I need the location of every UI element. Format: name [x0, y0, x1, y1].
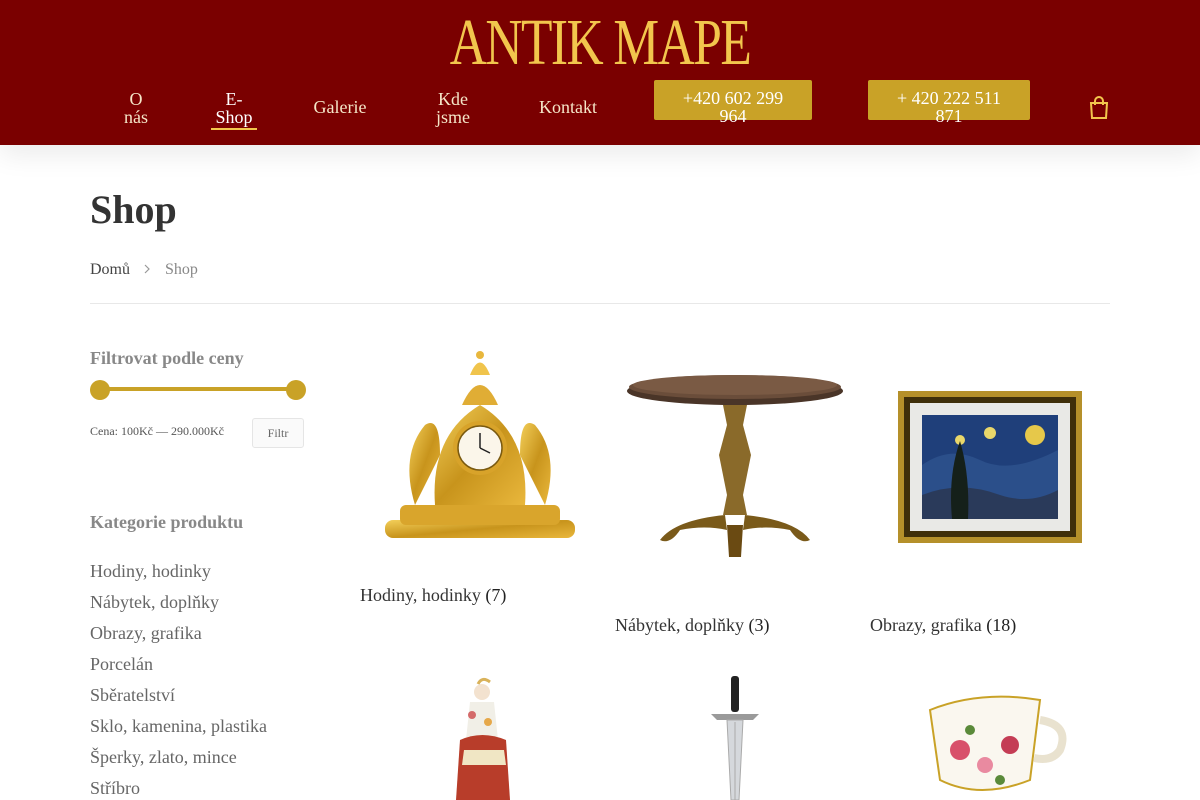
nav-item-kontakt[interactable]: Kontakt [532, 98, 604, 116]
product-count: (7) [485, 585, 507, 605]
category-link[interactable]: Nábytek, doplňky [90, 587, 267, 618]
product-count: (3) [748, 615, 770, 635]
product-label: Nábytek, doplňky (3) [615, 615, 769, 636]
category-link[interactable]: Obrazy, grafika [90, 618, 267, 649]
phone-number: + 420 222 511 871 [897, 88, 1001, 126]
breadcrumb: Domů Shop [90, 261, 198, 279]
product-card[interactable] [870, 670, 1110, 800]
price-range-label: Cena: 100Kč — 290.000Kč [90, 424, 224, 438]
category-list: Hodiny, hodinky Nábytek, doplňky Obrazy,… [90, 556, 267, 800]
product-card[interactable]: Obrazy, grafika (18) [870, 345, 1110, 645]
phone-number: +420 602 299 964 [682, 88, 784, 126]
floral-teacup-icon [928, 695, 1067, 791]
round-wooden-table-icon [627, 375, 843, 557]
category-link[interactable]: Hodiny, hodinky [90, 556, 267, 587]
phone-button-1[interactable]: +420 602 299 964 [654, 80, 812, 125]
filter-button[interactable]: Filtr [252, 418, 304, 448]
product-card[interactable]: Hodiny, hodinky (7) [360, 345, 600, 615]
product-name: Hodiny, hodinky [360, 585, 481, 605]
nav-item-galerie[interactable]: Galerie [305, 98, 375, 116]
product-card[interactable]: Nábytek, doplňky (3) [615, 345, 855, 645]
phone-button-2[interactable]: + 420 222 511 871 [868, 80, 1030, 125]
product-count: (18) [986, 615, 1017, 635]
product-label: Hodiny, hodinky (7) [360, 585, 506, 606]
divider [90, 303, 1110, 304]
site-logo[interactable]: ANTIK MAPE [132, 8, 1068, 78]
category-link[interactable]: Sběratelství [90, 680, 267, 711]
sword-icon [711, 676, 759, 800]
price-slider-track[interactable] [98, 387, 296, 391]
categories-heading: Kategorie produktu [90, 512, 244, 532]
price-filter-heading: Filtrovat podle ceny [90, 348, 244, 368]
category-link[interactable]: Porcelán [90, 649, 267, 680]
porcelain-figurine-icon [456, 677, 510, 800]
price-slider-min-handle[interactable] [90, 380, 110, 400]
category-link[interactable]: Šperky, zlato, mince [90, 742, 267, 773]
framed-painting-icon [898, 391, 1082, 543]
nav-item-o-nas[interactable]: O nás [118, 90, 154, 126]
breadcrumb-home-link[interactable]: Domů [90, 261, 130, 279]
product-name: Obrazy, grafika [870, 615, 982, 635]
cart-icon[interactable] [1088, 96, 1110, 120]
category-link[interactable]: Stříbro [90, 773, 267, 800]
nav-label: E-Shop [215, 89, 253, 127]
nav-label: Kde jsme [436, 89, 470, 127]
product-name: Nábytek, doplňky [615, 615, 744, 635]
nav-item-e-shop[interactable]: E-Shop [211, 90, 257, 130]
product-label: Obrazy, grafika (18) [870, 615, 1016, 636]
active-underline [211, 128, 257, 130]
nav-item-kde-jsme[interactable]: Kde jsme [428, 90, 478, 126]
site-header: ANTIK MAPE O nás E-Shop Galerie Kde jsme… [0, 0, 1200, 145]
price-slider-max-handle[interactable] [286, 380, 306, 400]
page-title: Shop [90, 187, 177, 232]
nav-label: Kontakt [539, 97, 597, 117]
product-card[interactable] [360, 670, 600, 800]
chevron-right-icon [144, 263, 150, 278]
product-card[interactable] [615, 670, 855, 800]
nav-label: O nás [124, 89, 148, 127]
breadcrumb-current: Shop [165, 261, 198, 278]
gilded-mantel-clock-icon [385, 351, 575, 538]
category-link[interactable]: Sklo, kamenina, plastika [90, 711, 267, 742]
nav-label: Galerie [313, 97, 367, 117]
